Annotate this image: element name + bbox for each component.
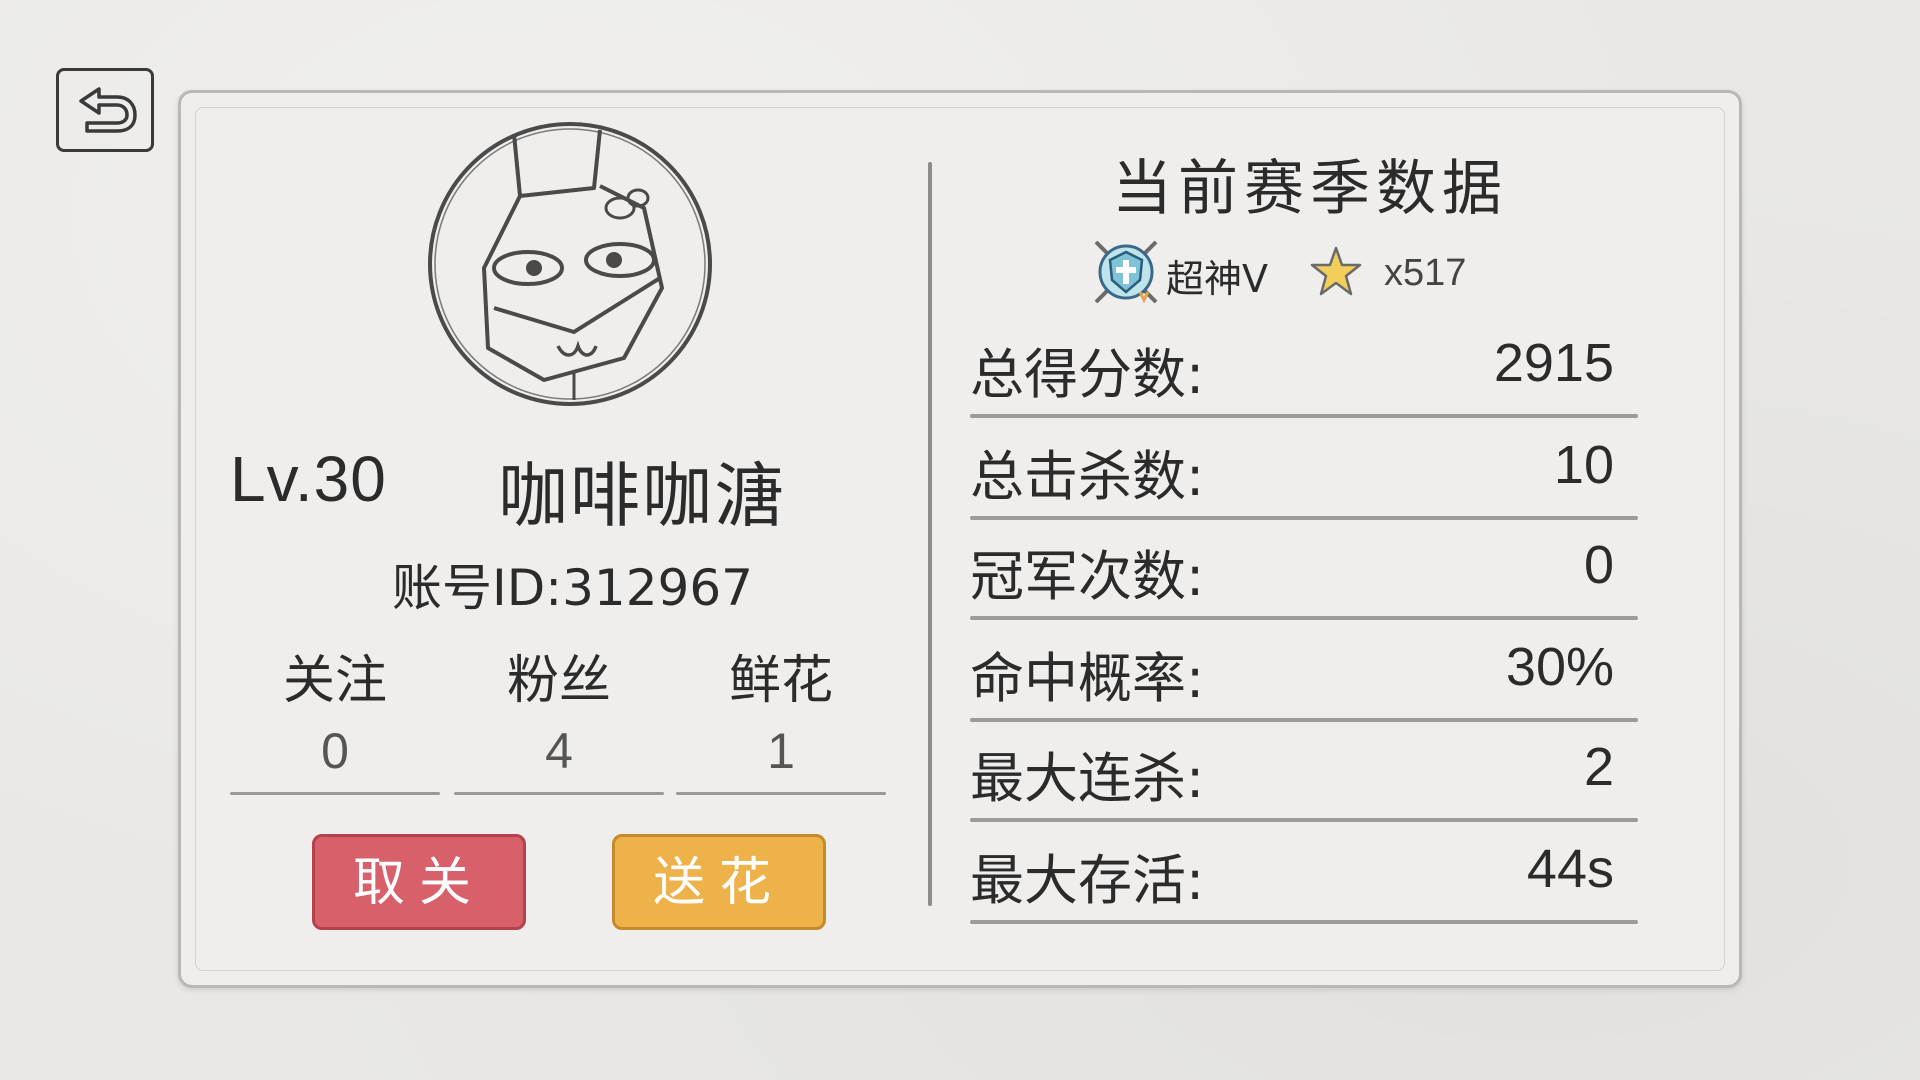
- unfollow-button[interactable]: 取关: [312, 834, 526, 930]
- season-title: 当前赛季数据: [1112, 154, 1508, 224]
- stat-row-total-kills: 总击杀数: 10: [970, 420, 1638, 520]
- account-id: 账号ID:312967: [392, 559, 753, 617]
- stat-value: 10: [1553, 435, 1614, 495]
- stat-row-max-survival: 最大存活: 44s: [970, 824, 1638, 924]
- flowers-label: 鲜花: [728, 651, 833, 711]
- stat-value: 2: [1583, 737, 1614, 797]
- rank-shield-icon: [1094, 240, 1158, 304]
- stat-label: 最大连杀:: [970, 747, 1205, 810]
- following-count: 0: [321, 723, 349, 779]
- stat-row-max-streak: 最大连杀: 2: [970, 722, 1638, 822]
- stat-row-championships: 冠军次数: 0: [970, 520, 1638, 620]
- stat-underline: [970, 414, 1638, 418]
- divider-line: [454, 792, 664, 795]
- star-count: x517: [1384, 252, 1467, 294]
- star-icon: [1310, 246, 1362, 296]
- stat-label: 最大存活:: [970, 849, 1205, 912]
- stat-value: 44s: [1526, 839, 1614, 899]
- cat-avatar-icon: [428, 122, 712, 406]
- stat-label: 命中概率:: [970, 647, 1205, 710]
- profile-screen: Lv.30 咖啡咖溏 账号ID:312967 关注 0 粉丝 4 鲜花 1 取关…: [0, 0, 1920, 1080]
- social-following[interactable]: 关注 0: [230, 638, 440, 780]
- fans-label: 粉丝: [506, 651, 611, 711]
- rank-name: 超神V: [1166, 257, 1268, 301]
- send-flower-button[interactable]: 送花: [612, 834, 826, 930]
- stat-row-hit-rate: 命中概率: 30%: [970, 622, 1638, 722]
- stat-value: 2915: [1493, 333, 1614, 393]
- back-button[interactable]: [56, 68, 154, 152]
- stat-underline: [970, 920, 1638, 924]
- divider-line: [230, 792, 440, 795]
- stat-value: 30%: [1505, 637, 1614, 697]
- stat-label: 总得分数:: [970, 343, 1205, 406]
- social-fans[interactable]: 粉丝 4: [454, 638, 664, 780]
- vertical-divider: [928, 162, 932, 906]
- stat-label: 总击杀数:: [970, 445, 1205, 508]
- social-flowers[interactable]: 鲜花 1: [676, 638, 886, 780]
- stat-label: 冠军次数:: [970, 545, 1205, 608]
- back-arrow-icon: [79, 87, 137, 133]
- fans-count: 4: [545, 723, 573, 779]
- stat-underline: [970, 818, 1638, 822]
- flowers-count: 1: [767, 723, 795, 779]
- stat-row-total-score: 总得分数: 2915: [970, 318, 1638, 418]
- following-label: 关注: [282, 651, 387, 711]
- divider-line: [676, 792, 886, 795]
- player-name: 咖啡咖溏: [498, 455, 786, 537]
- stat-value: 0: [1583, 535, 1614, 595]
- player-level: Lv.30: [230, 443, 387, 515]
- stat-underline: [970, 616, 1638, 620]
